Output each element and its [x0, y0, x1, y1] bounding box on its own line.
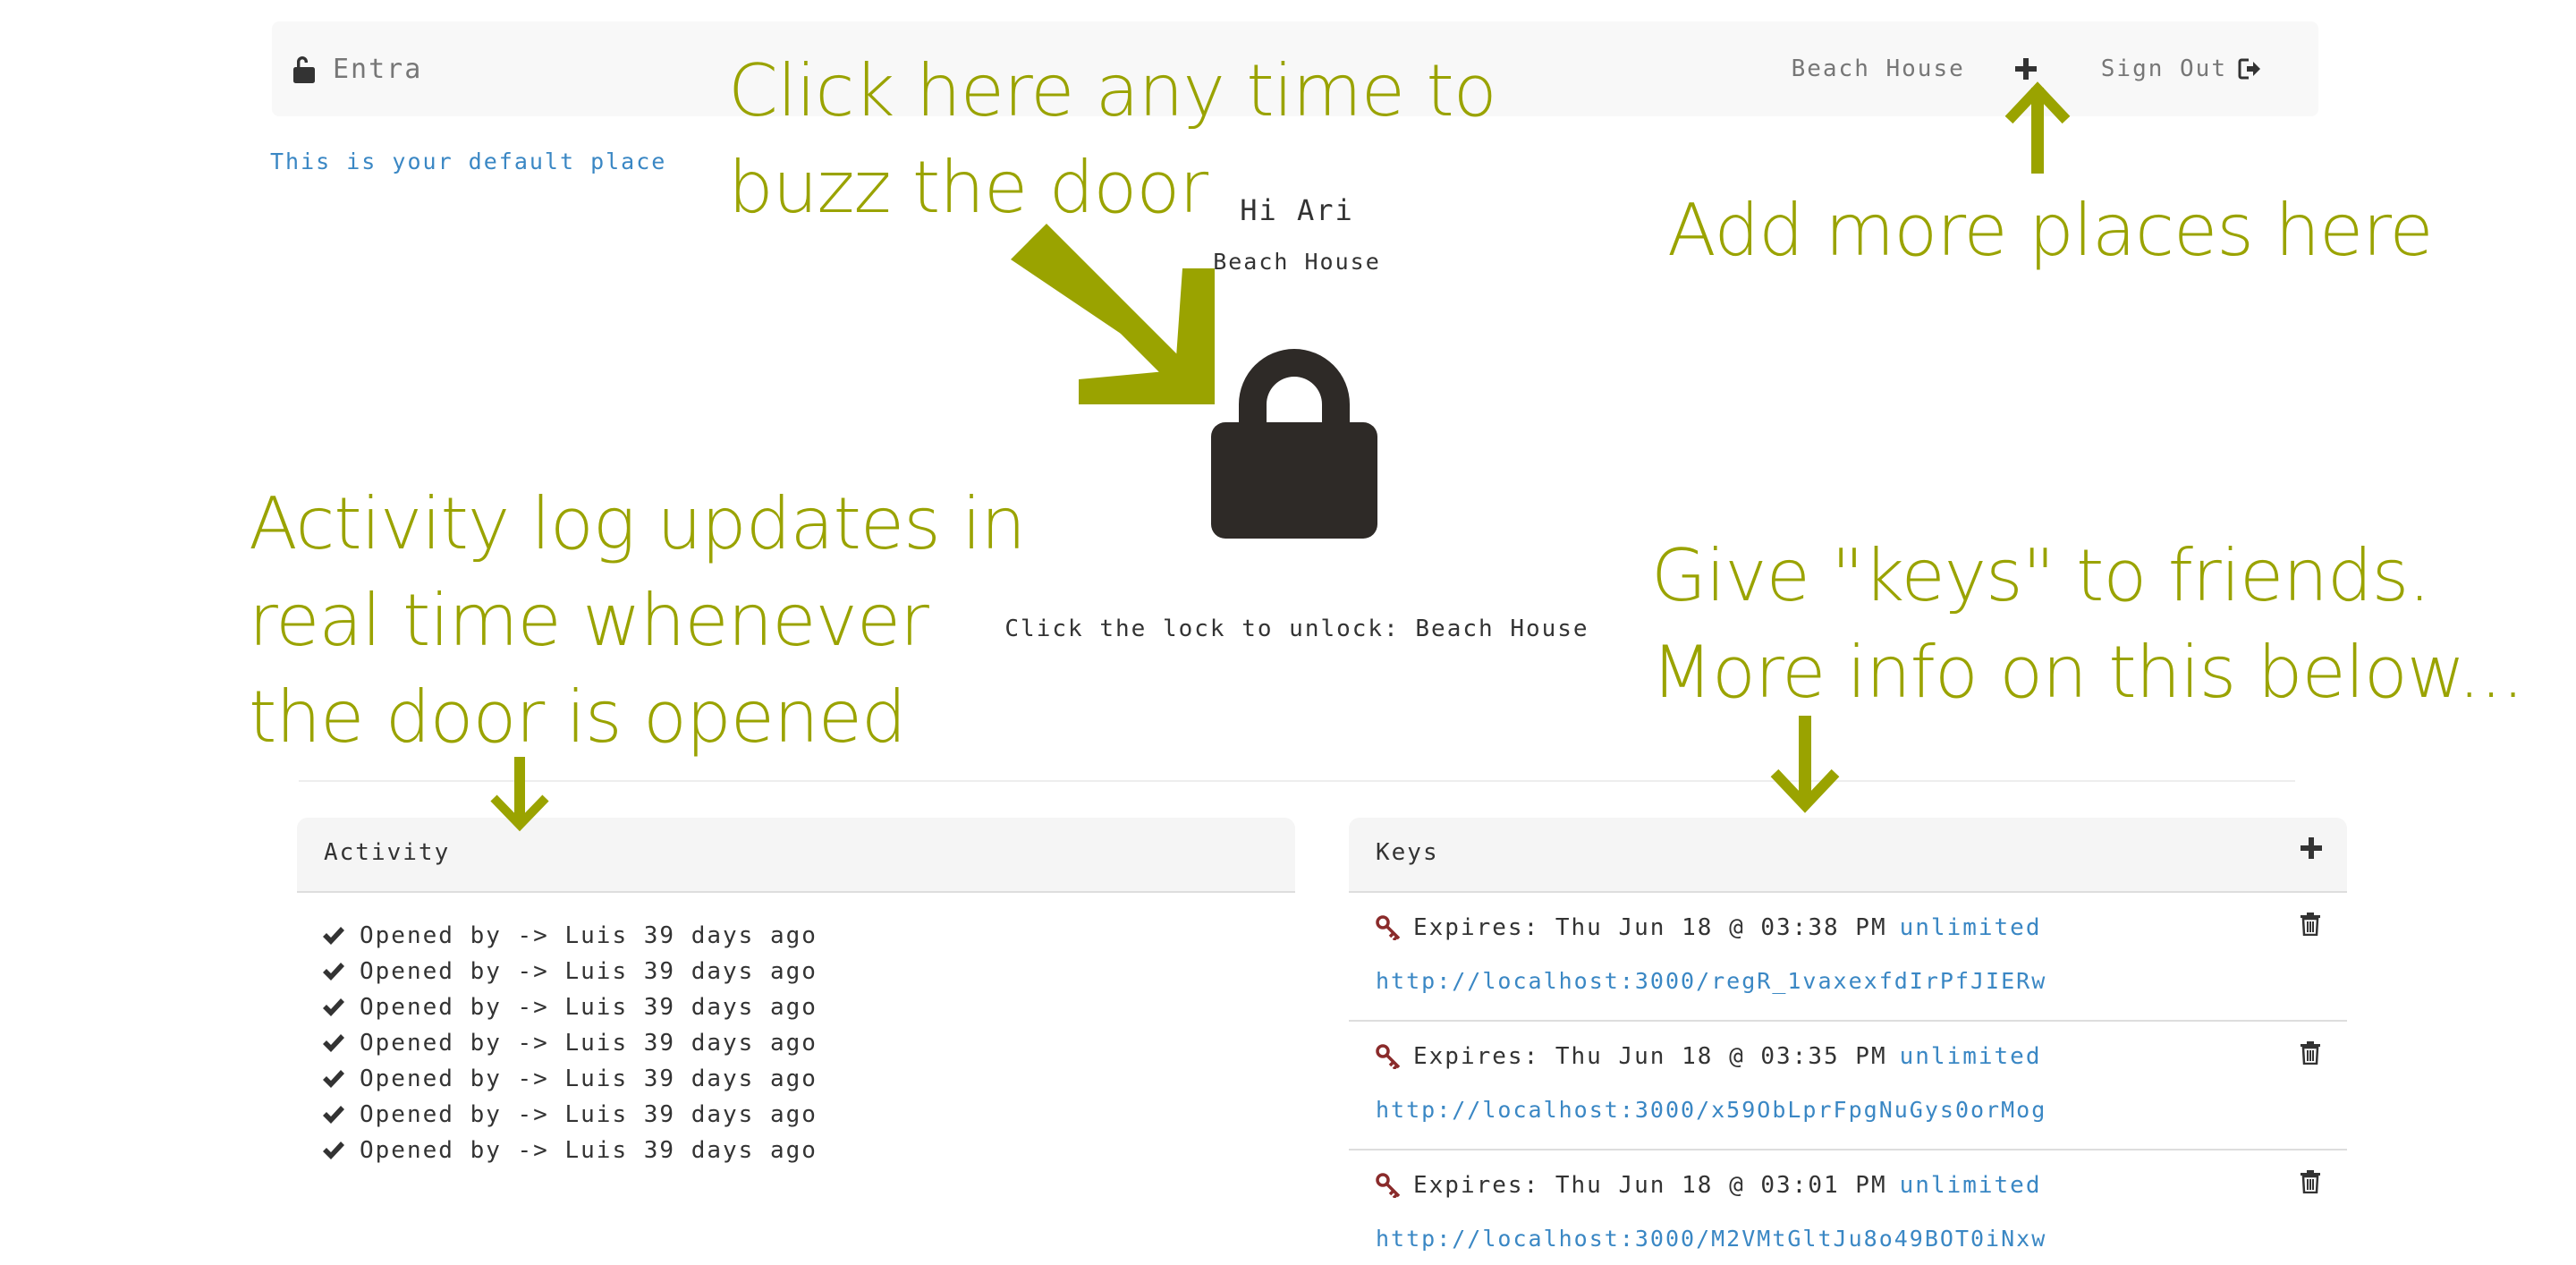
- activity-item-text: Opened by -> Luis 39 days ago: [360, 922, 818, 949]
- delete-key-button[interactable]: [2301, 1041, 2320, 1068]
- activity-item: Opened by -> Luis 39 days ago: [322, 918, 1295, 954]
- key-usage-limit[interactable]: unlimited: [1900, 1172, 2042, 1199]
- key-url[interactable]: http://localhost:3000/regR_1vaxexfdIrPfJ…: [1376, 968, 2046, 994]
- key-usage-limit[interactable]: unlimited: [1900, 1043, 2042, 1070]
- activity-item-text: Opened by -> Luis 39 days ago: [360, 1137, 818, 1164]
- brand-link[interactable]: Entra: [293, 45, 422, 93]
- activity-item-text: Opened by -> Luis 39 days ago: [360, 1030, 818, 1057]
- activity-item: Opened by -> Luis 39 days ago: [322, 1025, 1295, 1061]
- activity-list: Opened by -> Luis 39 days ago Opened by …: [297, 893, 1295, 1168]
- arrow-down-keys-icon: [1770, 716, 1840, 813]
- keys-panel: Keys Expires: Thu Jun 18 @ 03:38 PM unli…: [1349, 818, 2347, 1265]
- brand-name: Entra: [333, 53, 423, 85]
- key-line: Expires: Thu Jun 18 @ 03:38 PM unlimited: [1376, 914, 2042, 941]
- unlock-door-button[interactable]: [1211, 335, 1377, 539]
- checkmark-icon: [323, 963, 344, 981]
- activity-item: Opened by -> Luis 39 days ago: [322, 989, 1295, 1025]
- padlock-icon: [1211, 349, 1377, 539]
- activity-item-text: Opened by -> Luis 39 days ago: [360, 1101, 818, 1128]
- sign-out-button[interactable]: Sign Out: [2101, 55, 2261, 82]
- checkmark-icon: [323, 1142, 344, 1159]
- trash-icon: [2301, 1041, 2320, 1065]
- arrow-up-icon: [2004, 81, 2071, 174]
- plus-icon: [2014, 58, 2037, 80]
- page: Entra Beach House Sign Out This is your …: [0, 0, 2576, 1265]
- checkmark-icon: [323, 1070, 344, 1088]
- arrow-down-activity-icon: [490, 757, 549, 832]
- activity-item-text: Opened by -> Luis 39 days ago: [360, 958, 818, 985]
- nav-place-link[interactable]: Beach House: [1792, 55, 1965, 82]
- activity-item: Opened by -> Luis 39 days ago: [322, 954, 1295, 989]
- activity-item: Opened by -> Luis 39 days ago: [322, 1061, 1295, 1097]
- section-divider: [299, 780, 2295, 782]
- delete-key-button[interactable]: [2301, 1170, 2320, 1197]
- checkmark-icon: [323, 927, 344, 945]
- default-place-link[interactable]: This is your default place: [270, 149, 666, 174]
- activity-item: Opened by -> Luis 39 days ago: [322, 1097, 1295, 1133]
- key-url[interactable]: http://localhost:3000/x59ObLprFpgNuGys0o…: [1376, 1097, 2046, 1123]
- trash-icon: [2301, 1170, 2320, 1194]
- key-usage-limit[interactable]: unlimited: [1900, 914, 2042, 941]
- key-expires: Expires: Thu Jun 18 @ 03:01 PM: [1413, 1172, 1887, 1199]
- activity-item: Opened by -> Luis 39 days ago: [322, 1133, 1295, 1168]
- sign-out-icon: [2238, 58, 2260, 80]
- sign-out-label: Sign Out: [2100, 55, 2227, 82]
- key-icon: [1376, 1044, 1401, 1069]
- key-expires: Expires: Thu Jun 18 @ 03:35 PM: [1413, 1043, 1887, 1070]
- unlocked-padlock-icon: [293, 56, 315, 83]
- annotation-activity: Activity log updates in real time whenev…: [249, 482, 1026, 759]
- delete-key-button[interactable]: [2301, 913, 2320, 939]
- activity-panel: Activity Opened by -> Luis 39 days ago O…: [297, 818, 1295, 1201]
- activity-item-text: Opened by -> Luis 39 days ago: [360, 1065, 818, 1092]
- key-line: Expires: Thu Jun 18 @ 03:01 PM unlimited: [1376, 1172, 2042, 1199]
- checkmark-icon: [323, 998, 344, 1016]
- annotation-buzz: Click here any time to buzz the door: [728, 49, 1497, 229]
- key-expires: Expires: Thu Jun 18 @ 03:38 PM: [1413, 914, 1887, 941]
- annotation-places: Add more places here: [1667, 189, 2434, 272]
- trash-icon: [2301, 913, 2320, 937]
- key-item: Expires: Thu Jun 18 @ 03:01 PM unlimited…: [1349, 1150, 2347, 1265]
- key-item: Expires: Thu Jun 18 @ 03:35 PM unlimited…: [1349, 1022, 2347, 1150]
- keys-panel-title: Keys: [1376, 839, 1439, 866]
- activity-item-text: Opened by -> Luis 39 days ago: [360, 994, 818, 1021]
- add-key-button[interactable]: [2301, 837, 2322, 862]
- activity-panel-header: Activity: [297, 818, 1295, 893]
- activity-panel-title: Activity: [324, 839, 451, 866]
- plus-icon: [2301, 837, 2322, 859]
- checkmark-icon: [323, 1106, 344, 1124]
- key-icon: [1376, 1173, 1401, 1198]
- keys-panel-header: Keys: [1349, 818, 2347, 893]
- key-line: Expires: Thu Jun 18 @ 03:35 PM unlimited: [1376, 1043, 2042, 1070]
- key-url[interactable]: http://localhost:3000/M2VMtGltJu8o49BOT0…: [1376, 1226, 2046, 1252]
- annotation-keys: Give "keys" to friends. More info on thi…: [1651, 534, 2524, 714]
- key-item: Expires: Thu Jun 18 @ 03:38 PM unlimited…: [1349, 893, 2347, 1022]
- key-icon: [1376, 915, 1401, 940]
- add-place-button[interactable]: [2014, 58, 2037, 80]
- checkmark-icon: [323, 1034, 344, 1052]
- arrow-to-lock-icon: [1011, 224, 1215, 404]
